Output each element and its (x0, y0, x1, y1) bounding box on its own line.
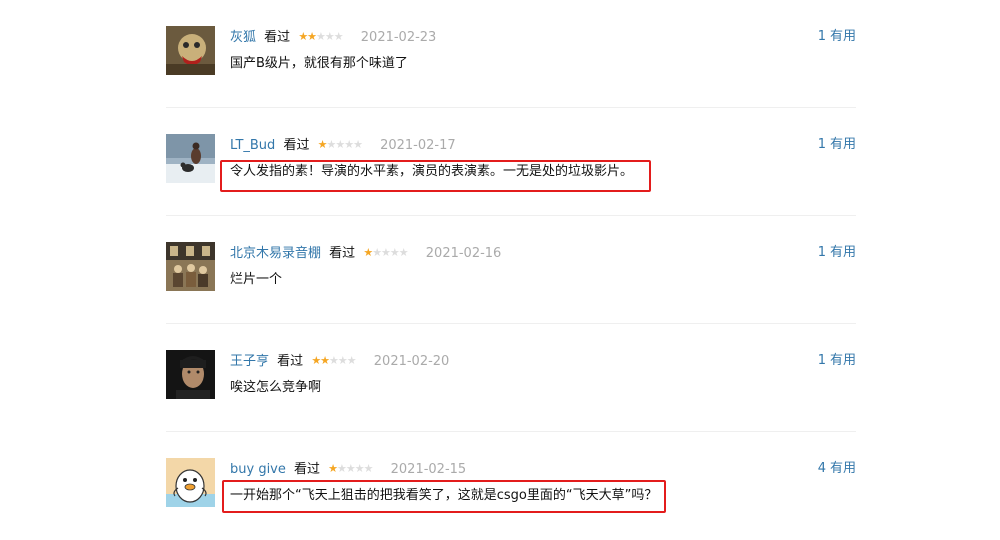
star-empty-icon: ★★★★ (372, 246, 408, 259)
vote-count: 1 (817, 353, 826, 368)
review-item: buy give 看过 ★★★★★ 2021-02-15 4 有用 一开始那个“飞… (166, 432, 856, 540)
vote-area: 1 有用 (818, 351, 856, 371)
review-meta: 灰狐 看过 ★★★★★ 2021-02-23 (230, 27, 436, 47)
watch-status: 看过 (264, 30, 291, 45)
review-text: 烂片一个 (230, 272, 283, 287)
rating-stars: ★★★★★ (363, 243, 408, 263)
useful-button[interactable]: 有用 (830, 29, 856, 44)
vote-count: 1 (817, 245, 826, 260)
review-meta: LT_Bud 看过 ★★★★★ 2021-02-17 (230, 135, 456, 155)
review-date: 2021-02-15 (390, 462, 467, 477)
star-empty-icon: ★★★ (316, 30, 344, 43)
review-text: 唉这怎么竞争啊 (230, 380, 322, 395)
highlight-box (222, 480, 666, 513)
cartoon-penguin-avatar[interactable] (166, 458, 215, 507)
watch-status: 看过 (283, 138, 310, 153)
watch-status: 看过 (277, 354, 304, 369)
useful-button[interactable]: 有用 (830, 461, 856, 476)
review-meta: 王子亨 看过 ★★★★★ 2021-02-20 (230, 351, 449, 371)
author-link[interactable]: 灰狐 (230, 30, 256, 45)
review-item: 灰狐 看过 ★★★★★ 2021-02-23 1 有用 国产B级片，就很有那个味道… (166, 0, 856, 108)
review-item: LT_Bud 看过 ★★★★★ 2021-02-17 1 有用 令人发指的素！导演… (166, 108, 856, 216)
masked-figure-avatar[interactable] (166, 26, 215, 75)
band-photo-avatar[interactable] (166, 242, 215, 291)
review-meta: 北京木易录音棚 看过 ★★★★★ 2021-02-16 (230, 243, 501, 263)
vote-area: 1 有用 (818, 27, 856, 47)
review-date: 2021-02-16 (425, 246, 502, 261)
vote-area: 1 有用 (818, 135, 856, 155)
star-filled-icon: ★★ (298, 30, 317, 43)
author-link[interactable]: LT_Bud (230, 138, 275, 153)
review-date: 2021-02-17 (380, 138, 456, 153)
useful-button[interactable]: 有用 (830, 137, 856, 152)
rating-stars: ★★★★★ (318, 135, 363, 155)
rating-stars: ★★★★★ (298, 27, 344, 47)
vote-area: 1 有用 (818, 243, 856, 263)
watch-status: 看过 (329, 246, 356, 261)
review-item: 北京木易录音棚 看过 ★★★★★ 2021-02-16 1 有用 烂片一个 (166, 216, 856, 324)
review-item: 王子亨 看过 ★★★★★ 2021-02-20 1 有用 唉这怎么竞争啊 (166, 324, 856, 432)
review-date: 2021-02-23 (360, 30, 437, 45)
highlight-box (220, 160, 651, 192)
portrait-avatar[interactable] (166, 350, 215, 399)
review-meta: buy give 看过 ★★★★★ 2021-02-15 (230, 459, 466, 479)
useful-button[interactable]: 有用 (830, 353, 856, 368)
useful-button[interactable]: 有用 (830, 245, 856, 260)
vote-area: 4 有用 (818, 459, 856, 479)
star-empty-icon: ★★★ (329, 354, 357, 367)
author-link[interactable]: buy give (230, 462, 286, 477)
author-link[interactable]: 王子亨 (230, 354, 269, 369)
star-filled-icon: ★★ (311, 354, 330, 367)
watch-status: 看过 (294, 462, 321, 477)
rating-stars: ★★★★★ (328, 459, 373, 479)
snow-dog-avatar[interactable] (166, 134, 215, 183)
author-link[interactable]: 北京木易录音棚 (230, 246, 321, 261)
review-date: 2021-02-20 (373, 354, 450, 369)
review-text: 国产B级片，就很有那个味道了 (230, 56, 408, 71)
vote-count: 4 (817, 461, 826, 476)
vote-count: 1 (817, 29, 826, 44)
star-filled-icon: ★ (328, 462, 338, 475)
rating-stars: ★★★★★ (311, 351, 357, 371)
vote-count: 1 (817, 137, 826, 152)
star-filled-icon: ★ (363, 246, 373, 259)
star-empty-icon: ★★★★ (337, 462, 373, 475)
star-empty-icon: ★★★★ (326, 138, 362, 151)
